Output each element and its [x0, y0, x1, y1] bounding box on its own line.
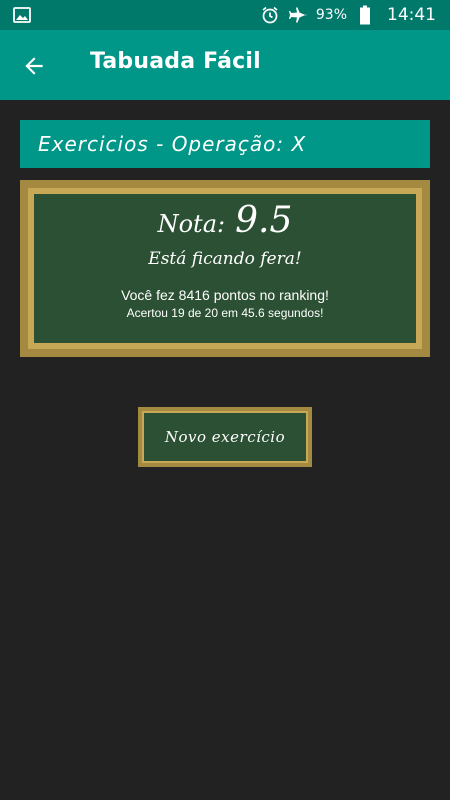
app-title: Tabuada Fácil	[90, 49, 261, 74]
back-button[interactable]	[18, 50, 50, 82]
new-exercise-button[interactable]: Novo exercício	[138, 407, 312, 467]
battery-percent: 93%	[315, 7, 347, 23]
ranking-points: Você fez 8416 pontos no ranking!	[121, 287, 329, 303]
result-board: Nota: 9.5 Está ficando fera! Você fez 84…	[20, 180, 430, 357]
praise-message: Está ficando fera!	[148, 249, 302, 269]
battery-icon	[355, 5, 375, 25]
airplane-icon	[288, 5, 308, 25]
status-bar: 93% 14:41	[0, 0, 450, 30]
section-header-label: Exercicios - Operação: X	[38, 132, 307, 156]
status-indicators: 93% 14:41	[260, 0, 436, 30]
grade-row: Nota: 9.5	[34, 200, 416, 241]
image-icon	[12, 5, 32, 25]
grade-value: 9.5	[235, 200, 293, 241]
grade-label: Nota:	[157, 210, 226, 238]
new-exercise-button-surface: Novo exercício	[142, 411, 308, 463]
section-header: Exercicios - Operação: X	[20, 120, 430, 168]
exercise-stats: Acertou 19 de 20 em 45.6 segundos!	[126, 306, 324, 320]
result-board-surface: Nota: 9.5 Está ficando fera! Você fez 84…	[28, 188, 422, 349]
alarm-icon	[260, 5, 280, 25]
arrow-back-icon	[25, 57, 43, 75]
clock: 14:41	[387, 5, 436, 25]
new-exercise-label: Novo exercício	[164, 428, 286, 446]
app-bar: Tabuada Fácil	[0, 30, 450, 100]
